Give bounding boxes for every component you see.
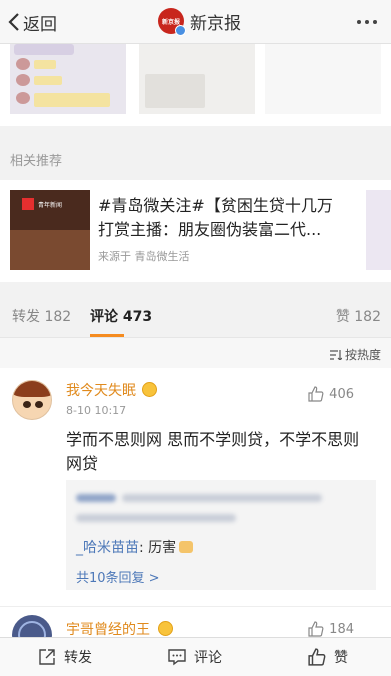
avatar-logo-text: 新京报 — [161, 18, 180, 26]
tab-reposts[interactable]: 转发 182 — [12, 306, 71, 326]
related-post-thumbnail: 青年新闻 — [10, 190, 90, 270]
chat-bar — [14, 44, 74, 55]
tab-comments[interactable]: 评论 473 — [90, 306, 152, 326]
blurred-reply-text — [122, 494, 322, 502]
document-photo — [145, 74, 205, 108]
related-post-title: #青岛微关注#【贫困生贷十几万打赏主播：朋友圈伪装富二代... — [98, 196, 333, 239]
avatar-eye — [23, 401, 31, 408]
account-avatar[interactable]: 新京报 — [158, 8, 186, 36]
more-options-button[interactable] — [357, 10, 379, 34]
verified-icon — [175, 25, 186, 36]
related-post-source: 来源于 青岛微生活 — [98, 250, 190, 263]
reply-text: : 历害 — [139, 540, 177, 556]
section-gap — [0, 126, 391, 142]
comment-icon — [168, 649, 186, 666]
member-badge-icon — [158, 621, 173, 636]
reply-item: _哈米苗苗 : 历害 — [76, 537, 194, 557]
view-all-replies-link[interactable]: 共10条回复 > — [76, 567, 160, 586]
chat-avatar — [16, 92, 30, 104]
sort-icon — [329, 349, 342, 360]
comment-item: 我今天失眠 8-10 10:17 406 学而不思则网 思而不学则贷，不学不思则… — [0, 368, 391, 606]
dot-icon — [357, 20, 361, 24]
chat-avatar — [16, 58, 30, 70]
avatar-hair — [13, 381, 51, 397]
chat-bubble — [34, 76, 62, 85]
dot-icon — [365, 20, 369, 24]
back-label: 返回 — [23, 14, 57, 35]
related-section-label: 相关推荐 — [10, 154, 63, 169]
like-label: 赞 — [334, 650, 348, 666]
next-related-card-peek[interactable] — [366, 190, 391, 270]
comment-like-button[interactable]: 406 — [308, 386, 354, 402]
blurred-reply-text — [76, 514, 236, 522]
chevron-left-icon — [8, 13, 19, 31]
comment-username[interactable]: 我今天失眠 — [66, 380, 136, 400]
bottom-action-bar: 转发 评论 赞 — [0, 637, 391, 676]
dot-icon — [373, 20, 377, 24]
thumbs-up-icon — [308, 386, 324, 402]
comment-like-count: 184 — [329, 621, 354, 637]
active-tab-indicator — [90, 334, 124, 337]
thumbs-up-icon — [308, 621, 324, 637]
comment-like-count: 406 — [329, 386, 354, 402]
comment-button[interactable]: 评论 — [168, 647, 222, 667]
reply-username[interactable]: _哈米苗苗 — [76, 537, 139, 557]
thumbs-up-emoji-icon — [179, 541, 194, 553]
interaction-tabs: 转发 182 评论 473 赞 182 — [0, 292, 391, 338]
comment-label: 评论 — [194, 650, 222, 666]
repost-button[interactable]: 转发 — [38, 647, 92, 667]
member-badge-icon — [142, 382, 157, 397]
avatar-eye — [35, 401, 43, 408]
sort-bar: 按热度 — [0, 338, 391, 368]
comment-timestamp: 8-10 10:17 — [66, 404, 127, 417]
tab-likes[interactable]: 赞 182 — [336, 306, 381, 326]
related-post-card[interactable]: 青年新闻 #青岛微关注#【贫困生贷十几万打赏主播：朋友圈伪装富二代... 来源于… — [0, 180, 391, 282]
thumbs-up-icon — [308, 648, 326, 666]
chat-bubble — [34, 60, 56, 69]
account-name: 新京报 — [190, 13, 241, 34]
blurred-reply-text — [76, 494, 116, 502]
share-icon — [39, 649, 55, 665]
avatar[interactable] — [12, 380, 52, 420]
sort-label: 按热度 — [344, 348, 381, 362]
top-nav-bar: 返回 新京报 新京报 — [0, 0, 391, 44]
sort-by-popularity-button[interactable]: 按热度 — [329, 346, 381, 363]
comment-text: 学而不思则网 思而不学则贷，不学不思则网贷 — [66, 430, 360, 473]
post-images-row — [0, 44, 391, 126]
like-button[interactable]: 赞 — [308, 647, 348, 667]
post-image-chat-screenshot[interactable] — [10, 44, 126, 114]
comment-replies-box[interactable]: _哈米苗苗 : 历害 共10条回复 > — [66, 480, 376, 590]
thumbnail-logo-text: 青年新闻 — [38, 202, 63, 209]
chat-bubble — [34, 93, 110, 107]
comment-like-button[interactable]: 184 — [308, 621, 354, 637]
news-logo-icon — [22, 198, 34, 210]
back-button[interactable]: 返回 — [8, 10, 57, 35]
chat-avatar — [16, 74, 30, 86]
post-image-blank[interactable] — [265, 44, 381, 114]
account-header[interactable]: 新京报 新京报 — [158, 8, 241, 36]
concert-stage-image — [10, 230, 90, 270]
repost-label: 转发 — [64, 650, 92, 666]
post-image-document[interactable] — [139, 44, 255, 114]
comment-username[interactable]: 宇哥曾经的王 — [66, 619, 150, 639]
